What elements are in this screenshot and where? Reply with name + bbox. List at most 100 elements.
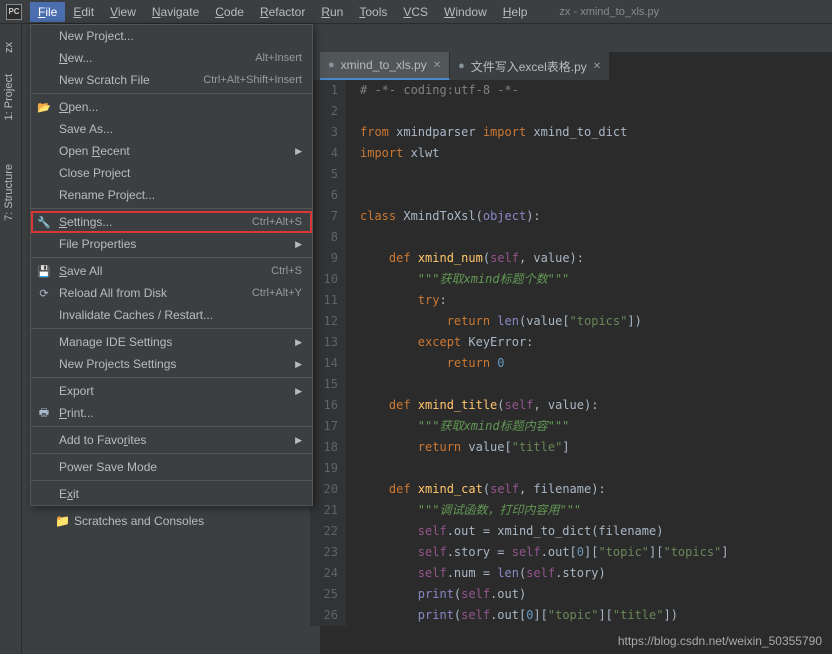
code-line: except KeyError: — [360, 332, 729, 353]
line-number: 20 — [310, 479, 338, 500]
menu-item-open[interactable]: 📂Open... — [31, 96, 312, 118]
menu-item-reload-all-from-disk[interactable]: ⟳ Reload All from Disk Ctrl+Alt+Y — [31, 282, 312, 304]
menu-item-label: Power Save Mode — [59, 460, 157, 474]
rail-structure-tab[interactable]: 7: Structure — [3, 164, 15, 221]
menu-item-label: New... — [59, 51, 92, 65]
menu-item-print[interactable]: 🖶 Print... — [31, 402, 312, 424]
menu-refactor[interactable]: Refactor — [252, 2, 313, 22]
menu-item-new-projects-settings[interactable]: New Projects Settings▶ — [31, 353, 312, 375]
code-line: """调试函数，打印内容用""" — [360, 500, 729, 521]
menu-separator — [31, 426, 312, 427]
python-file-icon: ● — [458, 60, 465, 72]
line-number: 1 — [310, 80, 338, 101]
window-title: zx - xmind_to_xls.py — [559, 6, 659, 18]
code-line: import xlwt — [360, 143, 729, 164]
menu-item-label: Exit — [59, 487, 79, 501]
menu-shortcut: Ctrl+Alt+Y — [252, 287, 302, 299]
menu-tools[interactable]: Tools — [351, 2, 395, 22]
menu-item-label: Save As... — [59, 122, 113, 136]
tree-scratches[interactable]: 📁 Scratches and Consoles — [40, 510, 296, 532]
menu-view[interactable]: View — [102, 2, 144, 22]
menu-separator — [31, 93, 312, 94]
menu-item-label: Add to Favorites — [59, 433, 146, 447]
editor-tab[interactable]: ●xmind_to_xls.py✕ — [320, 52, 450, 80]
tree-scratches-label: Scratches and Consoles — [74, 514, 204, 528]
menu-run[interactable]: Run — [313, 2, 351, 22]
menu-item-export[interactable]: Export▶ — [31, 380, 312, 402]
menu-item-settings[interactable]: 🔧 Settings... Ctrl+Alt+S — [31, 211, 312, 233]
menu-item-new-scratch-file[interactable]: New Scratch FileCtrl+Alt+Shift+Insert — [31, 69, 312, 91]
code-line: try: — [360, 290, 729, 311]
line-number: 19 — [310, 458, 338, 479]
code-line: """获取xmind标题内容""" — [360, 416, 729, 437]
code-line: print(self.out[0]["topic"]["title"]) — [360, 605, 729, 626]
code-line — [360, 164, 729, 185]
menubar: PC FileEditViewNavigateCodeRefactorRunTo… — [0, 0, 832, 24]
menu-file[interactable]: File — [30, 2, 65, 22]
code-line — [360, 374, 729, 395]
code-line: self.story = self.out[0]["topic"]["topic… — [360, 542, 729, 563]
menu-item-new[interactable]: New... Alt+Insert — [31, 47, 312, 69]
line-number: 9 — [310, 248, 338, 269]
menu-item-label: Rename Project... — [59, 188, 155, 202]
line-number: 25 — [310, 584, 338, 605]
menu-item-label: Settings... — [59, 215, 112, 229]
line-number: 3 — [310, 122, 338, 143]
menu-separator — [31, 208, 312, 209]
code-editor[interactable]: # -*- coding:utf-8 -*- from xmindparser … — [360, 80, 729, 626]
menu-item-rename-project[interactable]: Rename Project... — [31, 184, 312, 206]
code-line — [360, 227, 729, 248]
menu-item-save-all[interactable]: 💾Save AllCtrl+S — [31, 260, 312, 282]
code-line: return len(value["topics"]) — [360, 311, 729, 332]
menu-item-label: Save All — [59, 264, 102, 278]
rail-project-tab[interactable]: 1: Project — [3, 74, 15, 120]
code-line: print(self.out) — [360, 584, 729, 605]
submenu-arrow-icon: ▶ — [295, 239, 302, 250]
line-number: 23 — [310, 542, 338, 563]
menu-item-invalidate-caches-restart[interactable]: Invalidate Caches / Restart... — [31, 304, 312, 326]
submenu-arrow-icon: ▶ — [295, 146, 302, 157]
menu-shortcut: Alt+Insert — [255, 52, 302, 64]
rail-zx-label[interactable]: zx — [3, 42, 15, 53]
code-line: return value["title"] — [360, 437, 729, 458]
editor-tabs: ●xmind_to_xls.py✕●文件写入excel表格.py✕ — [320, 52, 610, 80]
menu-window[interactable]: Window — [436, 2, 495, 22]
close-icon[interactable]: ✕ — [593, 61, 601, 72]
line-number: 13 — [310, 332, 338, 353]
line-number: 15 — [310, 374, 338, 395]
menu-item-power-save-mode[interactable]: Power Save Mode — [31, 456, 312, 478]
menu-separator — [31, 328, 312, 329]
menu-shortcut: Ctrl+Alt+Shift+Insert — [203, 74, 302, 86]
line-number: 14 — [310, 353, 338, 374]
line-number: 5 — [310, 164, 338, 185]
menu-item-label: Reload All from Disk — [59, 286, 167, 300]
editor-tab[interactable]: ●文件写入excel表格.py✕ — [450, 52, 610, 80]
menu-item-exit[interactable]: Exit — [31, 483, 312, 505]
menu-shortcut: Ctrl+Alt+S — [252, 216, 302, 228]
menu-item-close-project[interactable]: Close Project — [31, 162, 312, 184]
menu-item-add-to-favorites[interactable]: Add to Favorites▶ — [31, 429, 312, 451]
menu-separator — [31, 453, 312, 454]
menu-edit[interactable]: Edit — [65, 2, 102, 22]
line-number: 6 — [310, 185, 338, 206]
code-line: return 0 — [360, 353, 729, 374]
menu-item-manage-ide-settings[interactable]: Manage IDE Settings▶ — [31, 331, 312, 353]
menu-item-file-properties[interactable]: File Properties▶ — [31, 233, 312, 255]
folder-icon: 📂 — [37, 100, 51, 114]
print-icon: 🖶 — [37, 406, 51, 420]
close-icon[interactable]: ✕ — [433, 60, 441, 71]
wrench-icon: 🔧 — [37, 215, 51, 229]
code-line: from xmindparser import xmind_to_dict — [360, 122, 729, 143]
menu-item-save-as[interactable]: Save As... — [31, 118, 312, 140]
submenu-arrow-icon: ▶ — [295, 386, 302, 397]
menu-help[interactable]: Help — [495, 2, 536, 22]
menu-item-label: Print... — [59, 406, 94, 420]
menu-navigate[interactable]: Navigate — [144, 2, 207, 22]
menu-item-open-recent[interactable]: Open Recent▶ — [31, 140, 312, 162]
line-number: 17 — [310, 416, 338, 437]
reload-icon: ⟳ — [37, 286, 51, 300]
menu-item-new-project[interactable]: New Project... — [31, 25, 312, 47]
menu-vcs[interactable]: VCS — [395, 2, 436, 22]
menu-code[interactable]: Code — [207, 2, 252, 22]
menu-separator — [31, 480, 312, 481]
